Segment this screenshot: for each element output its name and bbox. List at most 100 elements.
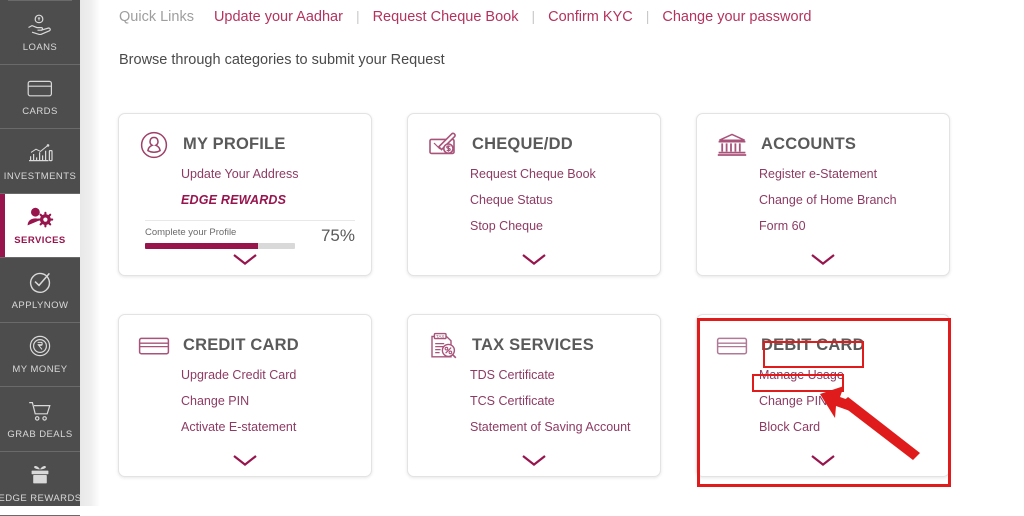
quick-links-separator: |: [531, 8, 535, 24]
sidebar-item-label: LOANS: [23, 42, 57, 53]
card-header: CREDIT CARD: [119, 315, 371, 359]
card-link-change-of-home-branch[interactable]: Change of Home Branch: [759, 193, 949, 207]
quick-link-confirm-kyc[interactable]: Confirm KYC: [548, 9, 633, 25]
profile-person-circle-icon: [137, 130, 171, 160]
sidebar-item-label: INVESTMENTS: [4, 171, 77, 182]
quick-links-title: Quick Links: [119, 9, 194, 25]
card-expand-chevron[interactable]: [697, 252, 949, 266]
check-circle-icon: [23, 269, 57, 295]
credit-card-icon: [137, 331, 171, 361]
card-tax-services[interactable]: TAX TAX SERVICES TDS Certificate TCS Cer…: [407, 314, 661, 477]
card-link-manage-usage[interactable]: Manage Usage: [759, 368, 949, 382]
sidebar-gutter: [80, 0, 100, 506]
card-link-statement-of-saving-account[interactable]: Statement of Saving Account: [470, 420, 660, 434]
sidebar-item-loans[interactable]: LOANS: [0, 0, 80, 65]
card-cheque-dd[interactable]: CHEQUE/DD Request Cheque Book Cheque Sta…: [407, 113, 661, 276]
cheque-dollar-icon: [426, 130, 460, 160]
sidebar-item-label: CARDS: [22, 106, 58, 117]
chevron-down-icon: [520, 453, 548, 467]
main-content: Quick Links Update your Aadhar | Request…: [100, 0, 1024, 506]
card-links: Upgrade Credit Card Change PIN Activate …: [119, 359, 371, 434]
left-sidebar: LOANS CARDS INVESTMENTS: [0, 0, 80, 506]
card-expand-chevron[interactable]: [119, 453, 371, 467]
progress-track: [145, 243, 295, 249]
quick-links-bar: Quick Links Update your Aadhar | Request…: [119, 8, 812, 25]
bank-building-icon: [715, 130, 749, 160]
card-link-form-60[interactable]: Form 60: [759, 219, 949, 233]
card-link-cheque-status[interactable]: Cheque Status: [470, 193, 660, 207]
quick-links-separator: |: [646, 8, 650, 24]
sidebar-item-services[interactable]: SERVICES: [0, 194, 80, 259]
card-link-block-card[interactable]: Block Card: [759, 420, 949, 434]
sidebar-item-label: APPLYNOW: [12, 300, 69, 311]
gift-box-icon: [23, 462, 57, 488]
card-header: ACCOUNTS: [697, 114, 949, 158]
card-expand-chevron[interactable]: [697, 453, 949, 467]
card-link-register-e-statement[interactable]: Register e-Statement: [759, 167, 949, 181]
card-title: CHEQUE/DD: [472, 135, 573, 154]
card-link-stop-cheque[interactable]: Stop Cheque: [470, 219, 660, 233]
card-title: TAX SERVICES: [472, 336, 594, 355]
card-accounts[interactable]: ACCOUNTS Register e-Statement Change of …: [696, 113, 950, 276]
card-title: CREDIT CARD: [183, 336, 299, 355]
chevron-down-icon: [809, 252, 837, 266]
card-header: TAX TAX SERVICES: [408, 315, 660, 359]
progress-left: Complete your Profile: [145, 227, 315, 249]
svg-text:TAX: TAX: [436, 333, 445, 338]
quick-link-request-cheque-book[interactable]: Request Cheque Book: [373, 9, 519, 25]
chevron-down-icon: [231, 252, 259, 266]
bar-chart-icon: [23, 140, 57, 166]
chevron-down-icon: [520, 252, 548, 266]
card-my-profile[interactable]: MY PROFILE Update Your Address EDGE REWA…: [118, 113, 372, 276]
card-divider: [145, 220, 355, 221]
card-link-upgrade-credit-card[interactable]: Upgrade Credit Card: [181, 368, 371, 382]
card-links: Update Your Address EDGE REWARDS: [119, 158, 371, 207]
sidebar-item-applynow[interactable]: APPLYNOW: [0, 258, 80, 323]
sidebar-item-label: SERVICES: [14, 235, 65, 246]
quick-link-update-aadhar[interactable]: Update your Aadhar: [214, 9, 343, 25]
browse-categories-text: Browse through categories to submit your…: [119, 52, 445, 68]
sidebar-item-label: EDGE REWARDS: [0, 493, 82, 504]
card-header: CHEQUE/DD: [408, 114, 660, 158]
service-category-grid: MY PROFILE Update Your Address EDGE REWA…: [118, 113, 950, 477]
card-expand-chevron[interactable]: [408, 252, 660, 266]
quick-link-change-password[interactable]: Change your password: [662, 9, 811, 25]
rupee-coin-icon: [23, 333, 57, 359]
sidebar-item-edge-rewards[interactable]: EDGE REWARDS: [0, 452, 80, 516]
loan-hand-icon: [23, 11, 57, 37]
card-expand-chevron[interactable]: [408, 453, 660, 467]
card-link-update-your-address[interactable]: Update Your Address: [181, 167, 371, 181]
sidebar-item-investments[interactable]: INVESTMENTS: [0, 129, 80, 194]
debit-card-icon: [715, 331, 749, 361]
sidebar-item-my-money[interactable]: MY MONEY: [0, 323, 80, 388]
card-credit-card[interactable]: CREDIT CARD Upgrade Credit Card Change P…: [118, 314, 372, 477]
progress-percent: 75%: [321, 226, 355, 246]
card-links: Register e-Statement Change of Home Bran…: [697, 158, 949, 233]
sidebar-item-label: MY MONEY: [12, 364, 67, 375]
card-header: MY PROFILE: [119, 114, 371, 158]
progress-fill: [145, 243, 258, 249]
sidebar-item-grab-deals[interactable]: GRAB DEALS: [0, 387, 80, 452]
card-debit-card[interactable]: DEBIT CARD Manage Usage Change PIN Block…: [696, 314, 950, 477]
card-link-edge-rewards[interactable]: EDGE REWARDS: [181, 193, 371, 207]
card-links: Request Cheque Book Cheque Status Stop C…: [408, 158, 660, 233]
card-link-request-cheque-book[interactable]: Request Cheque Book: [470, 167, 660, 181]
card-link-change-pin[interactable]: Change PIN: [181, 394, 371, 408]
card-title: ACCOUNTS: [761, 135, 856, 154]
sidebar-item-label: GRAB DEALS: [7, 429, 72, 440]
card-links: TDS Certificate TCS Certificate Statemen…: [408, 359, 660, 434]
card-header: DEBIT CARD: [697, 315, 949, 359]
card-link-change-pin[interactable]: Change PIN: [759, 394, 949, 408]
quick-links-separator: |: [356, 8, 360, 24]
progress-label: Complete your Profile: [145, 227, 315, 238]
sidebar-item-cards[interactable]: CARDS: [0, 65, 80, 130]
card-expand-chevron[interactable]: [119, 252, 371, 266]
card-link-tds-certificate[interactable]: TDS Certificate: [470, 368, 660, 382]
card-links: Manage Usage Change PIN Block Card: [697, 359, 949, 434]
shopping-cart-icon: [23, 398, 57, 424]
card-link-tcs-certificate[interactable]: TCS Certificate: [470, 394, 660, 408]
credit-card-icon: [23, 75, 57, 101]
card-link-activate-e-statement[interactable]: Activate E-statement: [181, 420, 371, 434]
tax-document-icon: TAX: [426, 331, 460, 361]
card-title: MY PROFILE: [183, 135, 286, 154]
